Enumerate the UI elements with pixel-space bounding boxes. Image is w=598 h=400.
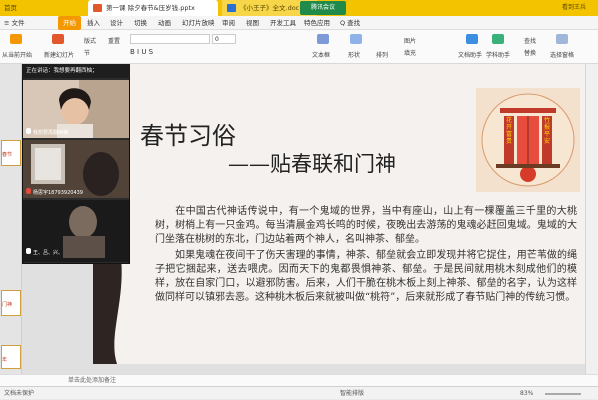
menu-design[interactable]: 设计	[110, 16, 123, 30]
replace-button[interactable]: 替换	[524, 48, 536, 57]
couplet-illustration	[481, 93, 575, 187]
find-button[interactable]: 查找	[524, 36, 536, 45]
layout-button[interactable]: 版式	[84, 36, 96, 45]
participant-name-2: 杨思宇18793920439	[26, 188, 83, 196]
doc-assistant-button[interactable]: 文档助手	[458, 50, 482, 59]
participant-name-text: 我想要再翻西柚	[33, 130, 69, 136]
textbox-icon[interactable]	[317, 34, 329, 44]
reset-button[interactable]: 重置	[108, 36, 120, 45]
slide-thumbnail[interactable]: 春节	[1, 140, 21, 166]
doc-tab-label: 第一课 除夕春节&压岁钱.pptx	[106, 4, 195, 12]
home-tab[interactable]: 首页	[4, 0, 17, 16]
participant-name-text: 杨思宇18793920439	[33, 190, 83, 196]
menu-find[interactable]: Q 查找	[340, 16, 360, 30]
subject-assistant-button[interactable]: 学科助手	[486, 50, 510, 59]
select-pane-button[interactable]: 选择窗格	[550, 50, 574, 59]
new-slide-button[interactable]: 新建幻灯片	[44, 50, 74, 59]
play-icon[interactable]	[10, 34, 22, 44]
notes-pane[interactable]: 单击此处添加备注	[0, 374, 598, 386]
menu-view[interactable]: 视图	[246, 16, 259, 30]
arrange-button[interactable]: 排列	[376, 50, 388, 59]
slide-paragraph-1[interactable]: 在中国古代神话传说中，有一个鬼域的世界，当中有座山，山上有一棵覆盖三千里的大桃树…	[155, 205, 577, 247]
status-bar: 文档未保护 智能排版 83%	[0, 386, 598, 399]
font-name-select[interactable]	[130, 34, 210, 44]
vertical-scrollbar[interactable]	[585, 64, 598, 374]
couplet-left: 花开富贵	[506, 117, 513, 145]
thumbnail-label: 年	[2, 357, 8, 363]
mic-muted-icon	[26, 188, 31, 194]
menu-file[interactable]: ≡ 文件	[4, 16, 25, 30]
slide-paragraph-2[interactable]: 如果鬼魂在夜间干了伤天害理的事情，神茶、郁垒就会立即发现并将它捉住，用芒苇做的绳…	[155, 249, 577, 305]
participant-name-3: 王、吕、兴、	[26, 248, 63, 256]
zoom-level[interactable]: 83%	[520, 387, 533, 400]
menu-review[interactable]: 审阅	[222, 16, 235, 30]
menu-devtools[interactable]: 开发工具	[270, 16, 296, 30]
doc-tab-ppt[interactable]: 第一课 除夕春节&压岁钱.pptx	[88, 0, 218, 16]
menu-start[interactable]: 开始	[58, 16, 81, 30]
user-account[interactable]: 看到王兵	[562, 0, 586, 16]
picture-button[interactable]: 图片	[404, 36, 416, 45]
font-size-select[interactable]: 0	[212, 34, 236, 44]
doc-tab-label: 《小王子》全文.doc	[240, 4, 300, 12]
paragraph-text: 如果鬼魂在夜间干了伤天害理的事情，神茶、郁垒就会立即发现并将它捉住，用芒苇做的绳…	[155, 250, 577, 303]
ppt-file-icon	[93, 4, 102, 12]
active-speaker-label: 正在讲话：我想要再翻西柚；	[22, 64, 130, 78]
mic-icon	[26, 248, 31, 254]
slide-subtitle[interactable]: ——贴春联和门神	[228, 148, 396, 178]
textbox-button[interactable]: 文本框	[312, 50, 330, 59]
shape-button[interactable]: 形状	[348, 50, 360, 59]
slide-thumbnails-panel	[0, 64, 22, 374]
menu-features[interactable]: 特色应用	[304, 16, 330, 30]
zoom-slider[interactable]	[545, 393, 581, 395]
shape-icon[interactable]	[350, 34, 362, 44]
menu-insert[interactable]: 插入	[87, 16, 100, 30]
section-button[interactable]: 节	[84, 48, 90, 57]
text-format-buttons[interactable]: B I U S	[130, 48, 153, 56]
thumbnail-label: 春节	[2, 152, 13, 158]
mic-icon	[26, 128, 31, 134]
play-from-current-button[interactable]: 从当前开始	[2, 50, 32, 59]
subject-assistant-icon[interactable]	[492, 34, 504, 44]
select-pane-icon[interactable]	[556, 34, 568, 44]
fill-button[interactable]: 填充	[404, 48, 416, 57]
meeting-indicator[interactable]: 腾讯会议	[300, 1, 346, 15]
doc-assistant-icon[interactable]	[466, 34, 478, 44]
notes-placeholder: 单击此处添加备注	[68, 377, 117, 384]
menu-animation[interactable]: 动画	[158, 16, 171, 30]
slide-thumbnail[interactable]: 年	[1, 345, 21, 369]
new-slide-icon[interactable]	[52, 34, 64, 44]
word-file-icon	[227, 4, 236, 12]
participant-name-1: 我想要再翻西柚	[26, 128, 68, 136]
slide-thumbnail[interactable]: 门神	[1, 290, 21, 316]
couplet-right: 竹报平安	[544, 117, 551, 145]
protect-status[interactable]: 文档未保护	[4, 387, 34, 400]
paragraph-text: 在中国古代神话传说中，有一个鬼域的世界，当中有座山，山上有一棵覆盖三千里的大桃树…	[155, 206, 577, 245]
menu-transition[interactable]: 切换	[134, 16, 147, 30]
thumbnail-label: 门神	[2, 302, 13, 308]
participant-name-text: 王、吕、兴、	[33, 250, 64, 256]
slide-title[interactable]: 春节习俗	[140, 116, 236, 151]
smart-layout-button[interactable]: 智能排版	[340, 387, 364, 400]
menu-slideshow[interactable]: 幻灯片放映	[182, 16, 215, 30]
door-gods-picture[interactable]: 花开富贵 竹报平安	[476, 88, 580, 192]
